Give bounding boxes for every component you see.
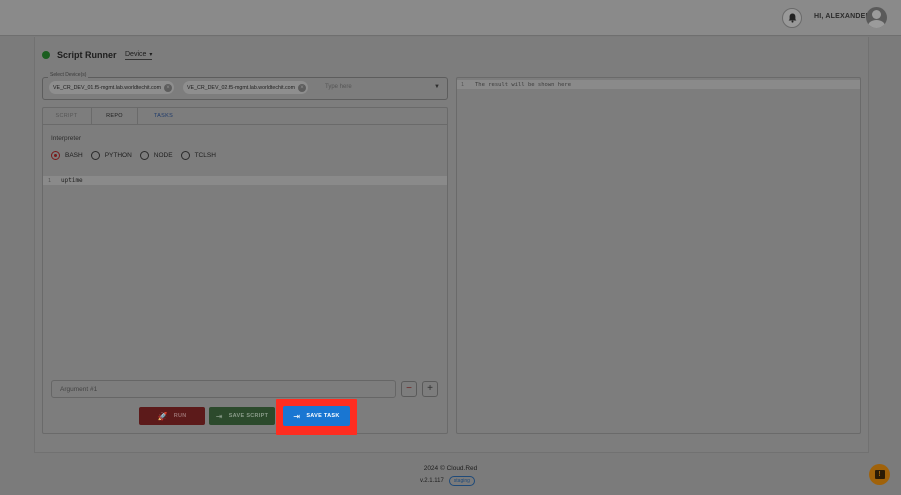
- status-dot-icon: [42, 51, 50, 59]
- version-row: v.2.1.117 staging: [420, 475, 475, 487]
- chevron-down-icon: ▾: [149, 52, 153, 58]
- chip-remove-icon[interactable]: ×: [164, 83, 173, 92]
- top-app-bar: [0, 0, 901, 36]
- interpreter-radio-group: BASH PYTHON NODE TCLSH: [51, 149, 224, 161]
- device-chip-label: VE_CR_DEV_01.f5-mgmt.lab.worldtechit.com: [53, 84, 162, 91]
- rocket-icon: 🚀: [157, 411, 168, 421]
- user-greeting: HI, ALEXANDER: [814, 13, 871, 20]
- page-header: Script Runner: [42, 47, 117, 63]
- mode-dropdown[interactable]: Device ▾: [125, 51, 153, 60]
- line-number: 1: [461, 81, 465, 88]
- radio-label: PYTHON: [104, 151, 132, 159]
- line-number: 1: [48, 177, 52, 184]
- env-badge: staging: [448, 476, 475, 486]
- notifications-button[interactable]: [782, 8, 802, 28]
- radio-unchecked-icon: [139, 150, 149, 160]
- save-script-label: SAVE SCRIPT: [228, 413, 269, 419]
- run-button[interactable]: 🚀 RUN: [139, 407, 205, 425]
- copyright-text: 2024 © Cloud.Red: [423, 465, 478, 472]
- feedback-icon: !: [874, 470, 885, 479]
- tab-repo[interactable]: REPO: [91, 107, 138, 125]
- avatar-icon[interactable]: [866, 7, 887, 28]
- version-text: v.2.1.117: [420, 478, 444, 484]
- run-button-label: RUN: [173, 413, 187, 419]
- radio-label: TCLSH: [194, 151, 216, 159]
- radio-bash[interactable]: BASH: [51, 150, 83, 160]
- remove-argument-button[interactable]: −: [401, 381, 417, 397]
- radio-unchecked-icon: [90, 150, 100, 160]
- result-panel: [456, 77, 861, 434]
- tab-script[interactable]: SCRIPT: [42, 107, 91, 125]
- script-tabs: SCRIPT REPO TASKS: [42, 107, 448, 125]
- avatar-body: [868, 20, 885, 28]
- save-task-label: SAVE TASK: [306, 413, 340, 419]
- device-select-label: Select Device(s): [48, 72, 89, 78]
- result-output: 1 The result will be shown here: [457, 80, 860, 89]
- device-chip-label: VE_CR_DEV_02.f5-mgmt.lab.worldtechit.com: [187, 84, 296, 91]
- radio-checked-icon: [51, 150, 60, 160]
- radio-label: NODE: [153, 151, 173, 159]
- device-search-input[interactable]: Type here: [325, 84, 352, 90]
- radio-label: BASH: [65, 151, 83, 159]
- dropdown-arrow-icon[interactable]: ▼: [434, 84, 440, 90]
- add-argument-button[interactable]: +: [422, 381, 438, 397]
- avatar-head: [872, 10, 881, 19]
- mode-dropdown-label: Device: [125, 51, 147, 58]
- feedback-button[interactable]: !: [869, 464, 890, 485]
- code-editor[interactable]: 1 uptime: [43, 176, 447, 185]
- save-icon: ⇥: [215, 411, 223, 421]
- device-chip[interactable]: VE_CR_DEV_02.f5-mgmt.lab.worldtechit.com…: [183, 81, 309, 94]
- interpreter-label: Interpreter: [51, 135, 81, 142]
- result-placeholder: The result will be shown here: [475, 81, 572, 88]
- tab-tasks[interactable]: TASKS: [138, 107, 189, 125]
- radio-node[interactable]: NODE: [139, 150, 173, 160]
- save-task-button[interactable]: ⇥ SAVE TASK: [283, 406, 350, 426]
- radio-unchecked-icon: [180, 150, 190, 160]
- page-title: Script Runner: [57, 50, 117, 60]
- bell-icon: [788, 13, 796, 23]
- chip-remove-icon[interactable]: ×: [298, 83, 307, 92]
- radio-tclsh[interactable]: TCLSH: [180, 150, 216, 160]
- save-icon: ⇥: [293, 411, 301, 421]
- radio-python[interactable]: PYTHON: [90, 150, 132, 160]
- save-script-button[interactable]: ⇥ SAVE SCRIPT: [209, 407, 275, 425]
- code-text: uptime: [61, 177, 83, 184]
- device-chip[interactable]: VE_CR_DEV_01.f5-mgmt.lab.worldtechit.com…: [49, 81, 175, 94]
- argument-input[interactable]: Argument #1: [51, 380, 396, 398]
